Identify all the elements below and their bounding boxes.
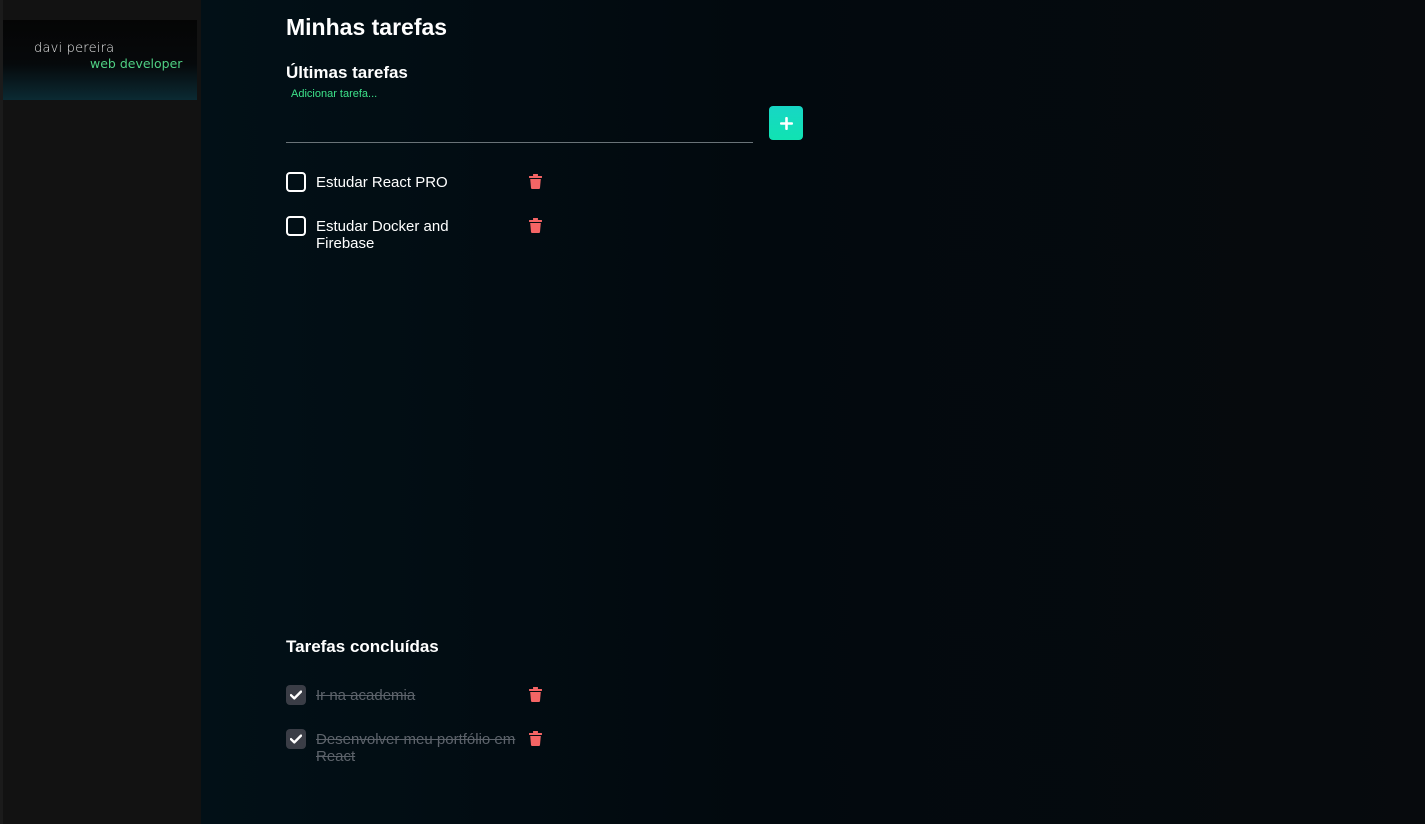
check-icon (290, 690, 302, 700)
trash-icon[interactable] (529, 687, 542, 702)
task-item: Estudar React PRO (286, 172, 556, 196)
task-text: Desenvolver meu portfólio em React (316, 731, 516, 765)
task-checkbox-checked[interactable] (286, 685, 306, 705)
task-text: Ir na academia (316, 687, 416, 704)
task-checkbox[interactable] (286, 172, 306, 192)
task-input-wrapper: Adicionar tarefa... (286, 86, 753, 144)
add-task-button[interactable] (769, 106, 803, 140)
sidebar-edge (0, 0, 3, 824)
trash-icon[interactable] (529, 731, 542, 746)
check-icon (290, 734, 302, 744)
task-input[interactable] (286, 100, 753, 143)
page-title: Minhas tarefas (286, 14, 448, 40)
logo[interactable]: davi pereira web developer (3, 20, 197, 100)
plus-icon (779, 116, 793, 130)
trash-icon[interactable] (529, 174, 542, 189)
latest-tasks-title: Últimas tarefas (286, 63, 408, 82)
logo-name: davi pereira (34, 41, 115, 56)
task-item: Estudar Docker and Firebase (286, 216, 556, 256)
task-checkbox-checked[interactable] (286, 729, 306, 749)
sidebar: davi pereira web developer (0, 0, 201, 824)
completed-task-item: Ir na academia (286, 685, 556, 709)
main-content: Minhas tarefas Últimas tarefas Adicionar… (201, 0, 1425, 824)
task-text: Estudar Docker and Firebase (316, 218, 449, 252)
task-checkbox[interactable] (286, 216, 306, 236)
logo-role: web developer (90, 56, 183, 71)
completed-tasks-title: Tarefas concluídas (286, 637, 439, 656)
completed-task-item: Desenvolver meu portfólio em React (286, 729, 556, 769)
task-input-label: Adicionar tarefa... (291, 88, 378, 100)
app-root: davi pereira web developer Minhas tarefa… (0, 0, 1425, 824)
trash-icon[interactable] (529, 218, 542, 233)
task-text: Estudar React PRO (316, 174, 448, 191)
